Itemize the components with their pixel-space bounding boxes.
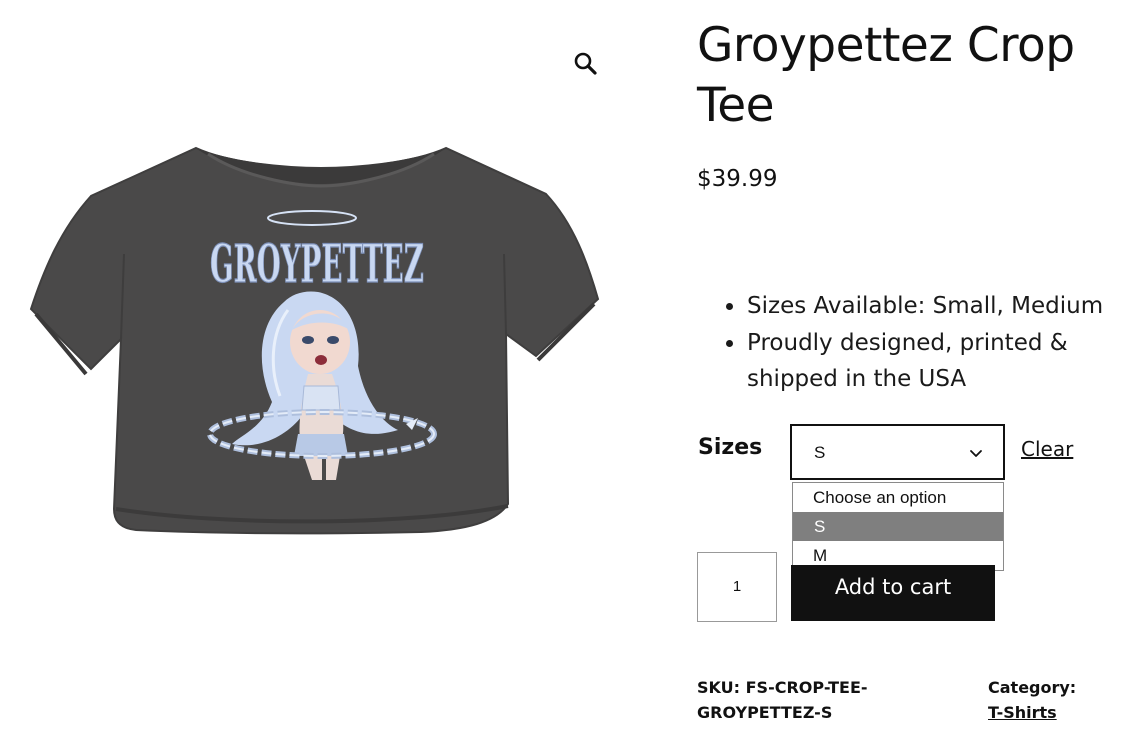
product-title-line-2: Tee [697, 78, 775, 133]
sizes-select[interactable]: S [790, 424, 1005, 480]
print-title: GROYPETTEZ [210, 234, 424, 295]
clear-selection-link[interactable]: Clear [1021, 437, 1073, 461]
chevron-down-icon [970, 450, 982, 457]
category-link[interactable]: T-Shirts [988, 703, 1057, 722]
category-label: Category: [988, 678, 1077, 697]
product-title-line-1: Groypettez Crop [697, 18, 1075, 73]
feature-item: Sizes Available: Small, Medium [720, 288, 1145, 325]
sizes-dropdown-list: Choose an option S M [792, 482, 1004, 571]
magnifier-icon [574, 52, 597, 75]
sizes-select-value: S [814, 443, 826, 462]
quantity-input[interactable]: 1 [697, 552, 777, 622]
product-category: Category: T-Shirts [988, 675, 1138, 725]
product-title: Groypettez Crop Tee [697, 16, 1137, 136]
sku-label: SKU: [697, 678, 741, 697]
sizes-label: Sizes [698, 435, 763, 460]
product-image[interactable]: GROYPETTEZ [26, 134, 604, 540]
add-to-cart-button[interactable]: Add to cart [791, 565, 995, 621]
feature-list: Sizes Available: Small, Medium Proudly d… [720, 288, 1145, 398]
product-sku: SKU: FS-CROP-TEE-GROYPETTEZ-S [697, 675, 957, 725]
dropdown-option-s[interactable]: S [793, 512, 1003, 541]
product-price: $39.99 [697, 166, 778, 192]
product-gallery: GROYPETTEZ [0, 0, 640, 742]
feature-item: Proudly designed, printed & shipped in t… [720, 325, 1145, 398]
zoom-button[interactable] [568, 46, 604, 82]
dropdown-option-choose[interactable]: Choose an option [793, 483, 1003, 512]
